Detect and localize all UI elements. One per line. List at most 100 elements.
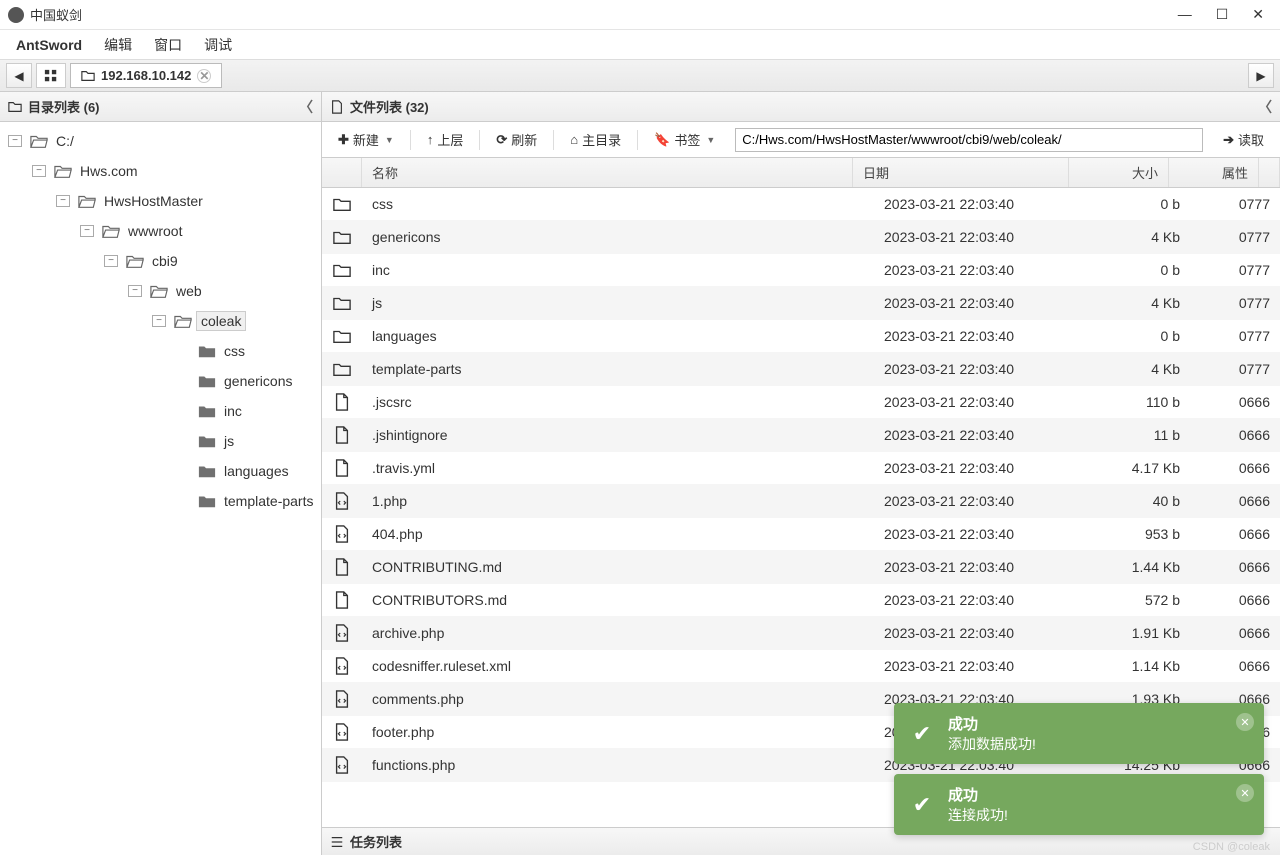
file-row[interactable]: genericons2023-03-21 22:03:404 Kb0777 (322, 221, 1280, 254)
folder-icon (322, 195, 362, 213)
file-attr: 0666 (1190, 493, 1280, 509)
file-name: css (362, 196, 874, 212)
col-name[interactable]: 名称 (362, 158, 853, 187)
tab-prev-button[interactable]: ◀ (6, 63, 32, 88)
file-row[interactable]: .travis.yml2023-03-21 22:03:404.17 Kb066… (322, 452, 1280, 485)
file-row[interactable]: CONTRIBUTING.md2023-03-21 22:03:401.44 K… (322, 551, 1280, 584)
file-row[interactable]: 1.php2023-03-21 22:03:4040 b0666 (322, 485, 1280, 518)
collapse-left-button[interactable]: 〈 (299, 97, 313, 117)
tab-next-button[interactable]: ▶ (1248, 63, 1274, 88)
tree-node[interactable]: template-parts (0, 486, 321, 516)
maximize-button[interactable]: ☐ (1216, 6, 1229, 23)
menu-edit[interactable]: 编辑 (94, 31, 142, 59)
tab-home-button[interactable] (36, 63, 66, 88)
directory-panel: 目录列表 (6) 〈 −C:/−Hws.com−HwsHostMaster−ww… (0, 92, 322, 855)
bookmark-button[interactable]: 🔖书签▼ (646, 126, 723, 153)
path-input[interactable] (735, 128, 1203, 152)
file-row[interactable]: .jshintignore2023-03-21 22:03:4011 b0666 (322, 419, 1280, 452)
tree-node[interactable]: − web (0, 276, 321, 306)
tree-node[interactable]: −cbi9 (0, 246, 321, 276)
folder-icon (322, 261, 362, 279)
file-row[interactable]: template-parts2023-03-21 22:03:404 Kb077… (322, 353, 1280, 386)
toast-close-button[interactable]: ✕ (1236, 784, 1254, 802)
tree-node[interactable]: −HwsHostMaster (0, 186, 321, 216)
folder-icon (322, 360, 362, 378)
tree-toggler[interactable]: − (8, 135, 22, 147)
directory-tree: −C:/−Hws.com−HwsHostMaster−wwwroot−cbi9−… (0, 122, 321, 855)
tree-toggler[interactable]: − (152, 315, 166, 327)
tree-toggler[interactable]: − (56, 195, 70, 207)
file-icon (322, 459, 362, 477)
new-button[interactable]: ✚新建▼ (330, 126, 402, 153)
file-icon (322, 558, 362, 576)
tree-node[interactable]: css (0, 336, 321, 366)
file-icon (322, 525, 362, 543)
grid-icon (44, 69, 58, 83)
tree-node[interactable]: −coleak (0, 306, 321, 336)
col-attr[interactable]: 属性 (1169, 158, 1259, 187)
file-name: archive.php (362, 625, 874, 641)
tree-toggler[interactable]: − (80, 225, 94, 237)
refresh-button[interactable]: ⟳刷新 (488, 126, 545, 153)
col-size[interactable]: 大小 (1069, 158, 1169, 187)
up-button[interactable]: ↑上层 (419, 126, 472, 153)
tree-toggler[interactable]: − (32, 165, 46, 177)
tree-toggler[interactable]: − (104, 255, 118, 267)
tree-node[interactable]: −Hws.com (0, 156, 321, 186)
menu-brand[interactable]: AntSword (6, 33, 92, 57)
menu-debug[interactable]: 调试 (194, 31, 242, 59)
folder-icon (150, 283, 168, 299)
file-row[interactable]: CONTRIBUTORS.md2023-03-21 22:03:40572 b0… (322, 584, 1280, 617)
tree-node[interactable]: −C:/ (0, 126, 321, 156)
file-icon (322, 690, 362, 708)
toast-close-button[interactable]: ✕ (1236, 713, 1254, 731)
file-row[interactable]: archive.php2023-03-21 22:03:401.91 Kb066… (322, 617, 1280, 650)
file-row[interactable]: css2023-03-21 22:03:400 b0777 (322, 188, 1280, 221)
col-icon[interactable] (322, 158, 362, 187)
file-date: 2023-03-21 22:03:40 (874, 625, 1090, 641)
tabbar: ◀ 192.168.10.142 ✕ ▶ (0, 60, 1280, 92)
file-date: 2023-03-21 22:03:40 (874, 196, 1090, 212)
file-size: 1.14 Kb (1090, 658, 1190, 674)
tree-node[interactable]: genericons (0, 366, 321, 396)
tab-session[interactable]: 192.168.10.142 ✕ (70, 63, 222, 88)
file-icon (322, 756, 362, 774)
toast-message: 连接成功! (948, 805, 1008, 825)
list-icon (330, 835, 344, 849)
file-name: genericons (362, 229, 874, 245)
file-row[interactable]: inc2023-03-21 22:03:400 b0777 (322, 254, 1280, 287)
file-date: 2023-03-21 22:03:40 (874, 460, 1090, 476)
file-row[interactable]: .jscsrc2023-03-21 22:03:40110 b0666 (322, 386, 1280, 419)
tab-close-button[interactable]: ✕ (197, 69, 211, 83)
file-attr: 0777 (1190, 328, 1280, 344)
tree-toggler[interactable]: − (128, 285, 142, 297)
file-name: 1.php (362, 493, 874, 509)
folder-icon (322, 294, 362, 312)
file-name: template-parts (362, 361, 874, 377)
home-button[interactable]: ⌂主目录 (562, 126, 629, 153)
tree-node[interactable]: js (0, 426, 321, 456)
file-size: 110 b (1090, 394, 1190, 410)
tree-label: web (172, 282, 206, 300)
chevron-down-icon: ▼ (385, 135, 394, 145)
folder-icon (322, 327, 362, 345)
close-button[interactable]: ✕ (1252, 6, 1264, 23)
collapse-file-button[interactable]: 〈 (1258, 97, 1272, 117)
file-row[interactable]: languages2023-03-21 22:03:400 b0777 (322, 320, 1280, 353)
file-date: 2023-03-21 22:03:40 (874, 262, 1090, 278)
file-row[interactable]: js2023-03-21 22:03:404 Kb0777 (322, 287, 1280, 320)
file-size: 4 Kb (1090, 229, 1190, 245)
folder-icon (322, 228, 362, 246)
menu-window[interactable]: 窗口 (144, 31, 192, 59)
tree-node[interactable]: inc (0, 396, 321, 426)
file-row[interactable]: 404.php2023-03-21 22:03:40953 b0666 (322, 518, 1280, 551)
file-size: 4 Kb (1090, 295, 1190, 311)
file-row[interactable]: codesniffer.ruleset.xml2023-03-21 22:03:… (322, 650, 1280, 683)
minimize-button[interactable]: — (1178, 6, 1192, 23)
tree-node[interactable]: −wwwroot (0, 216, 321, 246)
tree-node[interactable]: languages (0, 456, 321, 486)
col-date[interactable]: 日期 (853, 158, 1069, 187)
file-icon (322, 591, 362, 609)
titlebar: 中国蚁剑 — ☐ ✕ (0, 0, 1280, 30)
read-button[interactable]: ➔读取 (1215, 126, 1272, 153)
